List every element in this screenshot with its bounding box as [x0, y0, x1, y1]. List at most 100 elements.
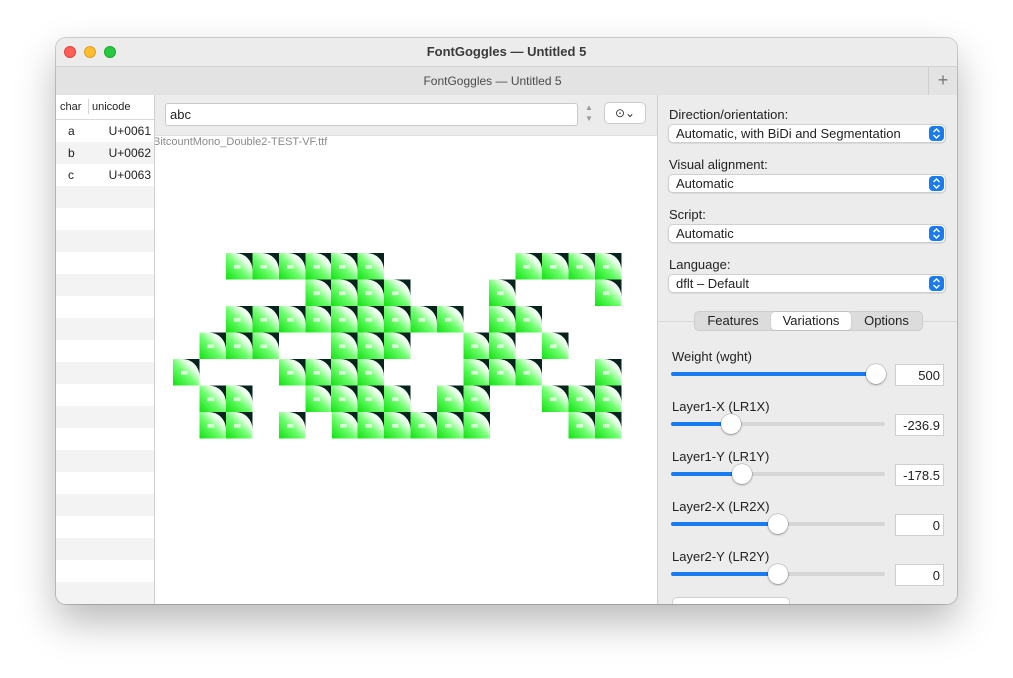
rendered-glyphs — [173, 252, 622, 439]
glyph-pixel — [226, 385, 253, 412]
glyph-pixel — [357, 332, 384, 359]
new-tab-button[interactable]: + — [928, 67, 957, 95]
glyph-pixel — [515, 359, 542, 386]
glyph-pixel — [595, 385, 622, 412]
updown-chevron-icon — [929, 126, 944, 141]
empty-row — [56, 318, 154, 340]
slider-lr1x[interactable] — [671, 414, 885, 434]
value-field-lr2x[interactable] — [895, 514, 944, 536]
empty-row — [56, 582, 154, 604]
slider-knob[interactable] — [720, 414, 741, 434]
direction-popup[interactable]: Automatic, with BiDi and Segmentation — [668, 124, 946, 143]
column-header-unicode[interactable]: unicode — [92, 101, 131, 113]
direction-label: Direction/orientation: — [669, 107, 789, 122]
glyph-pixel — [568, 385, 595, 412]
app-window: FontGoggles — Untitled 5 FontGoggles — U… — [56, 38, 957, 604]
updown-chevron-icon — [929, 226, 944, 241]
slider-knob[interactable] — [768, 564, 788, 584]
chevron-down-icon[interactable]: ▼ — [585, 114, 593, 123]
glyph-row-b[interactable]: b U+0062 — [56, 142, 154, 164]
empty-row — [56, 494, 154, 516]
text-history-stepper[interactable]: ▲ ▼ — [583, 103, 597, 126]
tab-untitled-5[interactable]: FontGoggles — Untitled 5 — [56, 74, 929, 88]
glyph-pixel — [542, 385, 569, 412]
glyph-row-c[interactable]: c U+0063 — [56, 164, 154, 186]
language-value: dflt – Default — [676, 276, 749, 291]
chevron-up-icon[interactable]: ▲ — [585, 103, 593, 112]
empty-row — [56, 472, 154, 494]
glyph-pixel — [279, 306, 306, 333]
sample-text-input[interactable] — [165, 103, 578, 126]
glyph-pixel — [226, 306, 253, 333]
slider-lr1y[interactable] — [671, 464, 885, 484]
glyph-pixel — [542, 332, 569, 359]
alignment-popup[interactable]: Automatic — [668, 174, 946, 193]
script-popup[interactable]: Automatic — [668, 224, 946, 243]
font-file-name[interactable]: BitcountMono_Double2-TEST-VF.ttf — [155, 136, 327, 148]
empty-row — [56, 340, 154, 362]
glyph-pixel — [226, 412, 253, 439]
glyph-pixel — [384, 332, 411, 359]
glyph-pixel — [305, 279, 332, 306]
glyph-unicode: U+0063 — [108, 168, 151, 182]
empty-row — [56, 538, 154, 560]
alignment-label: Visual alignment: — [669, 157, 768, 172]
value-field-lr2y[interactable] — [895, 564, 944, 586]
slider-lr2y[interactable] — [671, 564, 885, 584]
value-field-wght[interactable] — [895, 364, 944, 386]
window-title: FontGoggles — Untitled 5 — [426, 44, 587, 59]
tab-features[interactable]: Features — [695, 312, 771, 330]
glyph-pixel — [463, 332, 490, 359]
reset-variations-button[interactable] — [672, 597, 790, 604]
language-popup[interactable]: dflt – Default — [668, 274, 946, 293]
glyph-pixel — [489, 279, 516, 306]
font-preview-area[interactable]: ▲ ▼ ⊙⌄ BitcountMono_Double2-TEST-VF.ttf — [155, 95, 657, 604]
glyph-pixel — [437, 411, 464, 439]
empty-row — [56, 296, 154, 318]
slider-wght[interactable] — [671, 364, 887, 384]
empty-row — [56, 208, 154, 230]
glyph-pixel — [199, 412, 226, 439]
glyph-pixel — [331, 359, 358, 386]
text-options-button[interactable]: ⊙⌄ — [604, 102, 646, 124]
value-field-lr1x[interactable] — [895, 414, 944, 436]
glyph-pixel — [384, 279, 411, 306]
glyph-char: c — [68, 168, 74, 182]
glyph-char: a — [68, 124, 75, 138]
glyph-pixel — [489, 359, 516, 386]
glyph-pixel — [515, 306, 542, 333]
glyph-pixel — [568, 253, 595, 280]
tab-options[interactable]: Options — [851, 312, 922, 330]
axis-label-lr2y: Layer2-Y (LR2Y) — [672, 549, 770, 564]
glyph-pixel — [595, 359, 622, 386]
empty-row — [56, 516, 154, 538]
slider-knob[interactable] — [768, 514, 788, 534]
tab-bar: FontGoggles — Untitled 5 + — [56, 66, 957, 96]
glyph-pixel — [305, 253, 332, 280]
glyph-pixel — [357, 253, 384, 280]
glyph-pixel — [595, 253, 622, 280]
slider-knob[interactable] — [866, 364, 887, 384]
glyph-unicode: U+0062 — [108, 146, 151, 160]
glyph-pixel — [305, 385, 332, 412]
empty-row — [56, 406, 154, 428]
glyph-pixel — [410, 412, 437, 439]
slider-knob[interactable] — [731, 464, 752, 484]
column-separator[interactable] — [88, 99, 89, 114]
column-header-char[interactable]: char — [60, 101, 81, 113]
glyph-pixel — [463, 385, 490, 412]
glyph-row-a[interactable]: a U+0061 — [56, 120, 154, 142]
glyph-pixel — [463, 359, 490, 386]
glyph-pixel — [305, 359, 332, 386]
empty-row — [56, 450, 154, 472]
glyph-pixel — [199, 332, 226, 359]
empty-row — [56, 252, 154, 274]
axis-label-wght: Weight (wght) — [672, 349, 752, 364]
value-field-lr1y[interactable] — [895, 464, 944, 486]
tab-variations[interactable]: Variations — [771, 312, 851, 330]
glyph-pixel — [252, 306, 279, 333]
slider-lr2x[interactable] — [671, 514, 885, 534]
glyph-pixel — [357, 306, 384, 333]
glyph-pixel — [463, 412, 490, 439]
glyph-pixel — [252, 253, 279, 280]
